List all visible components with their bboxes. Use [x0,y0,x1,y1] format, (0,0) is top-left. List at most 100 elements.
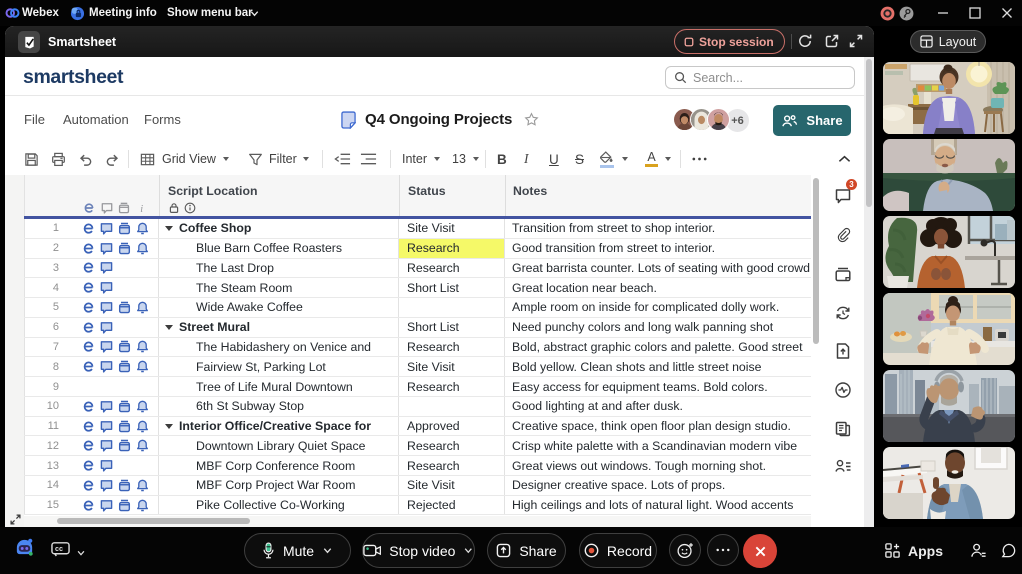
font-size-selector[interactable]: 13 [452,143,479,175]
box-row-icon[interactable] [118,301,131,314]
cell-notes[interactable]: Bold yellow. Clean shots and little stre… [504,357,811,377]
copy-sheet-rail-icon[interactable] [834,420,852,438]
print-button[interactable] [51,143,66,175]
cell-notes[interactable]: Bold, abstract graphic colors and palett… [504,337,811,357]
grid-row[interactable]: 7 The Habidashery on Venice and Research Bo… [24,337,811,358]
grid-row[interactable]: 2 Blue Barn Coffee Roasters Research Good t… [24,238,811,259]
cell-status[interactable]: Rejected [398,495,504,515]
comment-column-icon[interactable] [101,202,113,214]
clip-row-icon[interactable] [82,222,95,235]
row-number[interactable]: 3 [24,258,76,278]
proofs-rail-icon[interactable] [834,265,852,283]
grid-row[interactable]: 13 MBF Corp Conference Room Research Great … [24,456,811,476]
cell-status[interactable]: Short List [398,317,504,337]
row-number[interactable]: 12 [24,436,76,456]
collapse-triangle-icon[interactable] [165,226,173,231]
cell-notes[interactable]: Transition from street to shop interior. [504,219,811,238]
box-row-icon[interactable] [118,439,131,452]
menu-forms[interactable]: Forms [144,96,181,143]
cell-script-location[interactable]: Interior Office/Creative Space for [158,416,398,436]
bold-button[interactable]: B [497,143,507,175]
comment-row-icon[interactable] [100,459,113,472]
row-number[interactable]: 9 [24,377,76,396]
collapse-triangle-icon[interactable] [165,423,173,429]
participant-video-p6[interactable] [883,447,1015,519]
clip-row-icon[interactable] [82,420,95,433]
participant-video-p1[interactable] [883,62,1015,134]
bell-row-icon[interactable] [136,242,149,255]
cell-script-location[interactable]: MBF Corp Conference Room [158,456,398,475]
search-input[interactable]: Search... [665,66,855,89]
cell-status[interactable] [398,396,504,416]
reactions-button[interactable] [669,534,701,566]
comment-row-icon[interactable] [100,281,113,294]
fill-color-button[interactable] [599,143,614,175]
clip-row-icon[interactable] [82,400,95,413]
box-row-icon[interactable] [118,400,131,413]
info-column-icon[interactable] [136,202,148,214]
cell-notes[interactable]: Creative space, think open floor plan de… [504,416,811,436]
row-number[interactable]: 15 [24,495,76,515]
filter-selector[interactable]: Filter [248,143,309,175]
participants-button[interactable] [970,527,987,574]
cell-status[interactable]: Site Visit [398,219,504,238]
participant-video-p3[interactable] [883,216,1015,288]
italic-button[interactable]: I [524,143,529,175]
comment-row-icon[interactable] [100,499,113,512]
participant-video-p2[interactable] [883,139,1015,211]
meeting-info-menu[interactable]: Meeting info [89,0,157,26]
grid-row[interactable]: 9 Tree of Life Mural Downtown Research Easy… [24,377,811,397]
cell-notes[interactable]: Ample room on inside for complicated dol… [504,298,811,317]
cell-status[interactable] [398,298,504,317]
grid-row[interactable]: 4 The Steam Room Short List Great location … [24,278,811,299]
cell-notes[interactable]: Good transition from street to interior. [504,238,811,258]
redo-button[interactable] [105,143,120,175]
close-button[interactable] [1001,0,1013,26]
leave-meeting-button[interactable] [743,534,777,568]
comment-row-icon[interactable] [100,222,113,235]
column-header-primary[interactable]: Script Location [168,184,258,198]
app-scrollbar-track[interactable] [864,57,874,527]
grid-row[interactable]: 10 6th St Subway Stop Good lighting at and… [24,396,811,417]
cell-notes[interactable]: High ceilings and lots of natural light.… [504,495,811,515]
row-number[interactable]: 14 [24,475,76,495]
row-number[interactable]: 1 [24,219,76,238]
box-row-icon[interactable] [118,479,131,492]
cell-notes[interactable]: Great location near beach. [504,278,811,298]
grid-row[interactable]: 5 Wide Awake Coffee Ample room on inside f… [24,298,811,318]
grid-row[interactable]: 8 Fairview St, Parking Lot Site Visit Bold … [24,357,811,378]
cell-status[interactable]: Short List [398,278,504,298]
show-menu-bar[interactable]: Show menu bar [167,0,253,26]
horizontal-scrollbar[interactable] [57,518,250,524]
menu-automation[interactable]: Automation [63,96,129,143]
update-requests-rail-icon[interactable] [834,304,852,322]
grid-row[interactable]: 14 MBF Corp Project War Room Site Visit Des… [24,475,811,496]
proof-column-icon[interactable] [118,202,130,214]
cell-status[interactable]: Site Visit [398,357,504,377]
attachments-rail-icon[interactable] [834,226,852,244]
comment-row-icon[interactable] [100,340,113,353]
bell-row-icon[interactable] [136,420,149,433]
cell-status[interactable]: Site Visit [398,475,504,495]
activity-log-rail-icon[interactable] [834,381,852,399]
row-number[interactable]: 4 [24,278,76,298]
outdent-button[interactable] [334,143,351,175]
collaborator-avatars[interactable]: +6 [673,108,750,133]
minimize-button[interactable] [937,0,949,26]
box-row-icon[interactable] [118,360,131,373]
participant-video-p4[interactable] [883,293,1015,365]
cell-status[interactable]: Research [398,258,504,278]
share-screen-button[interactable]: Share [487,533,566,568]
row-number[interactable]: 8 [24,357,76,377]
undo-button[interactable] [78,143,93,175]
collaborator-avatar[interactable] [707,108,730,131]
box-row-icon[interactable] [118,242,131,255]
webex-assistant-icon[interactable] [14,537,35,563]
chat-button[interactable] [1000,527,1017,574]
cell-notes[interactable]: Designer creative space. Lots of props. [504,475,811,495]
clip-row-icon[interactable] [82,439,95,452]
grid-row[interactable]: 15 Pike Collective Co-Working Rejected High… [24,495,811,516]
grid-row[interactable]: 12 Downtown Library Quiet Space Research Cr… [24,436,811,457]
comment-row-icon[interactable] [100,242,113,255]
open-external-button[interactable] [824,33,841,50]
